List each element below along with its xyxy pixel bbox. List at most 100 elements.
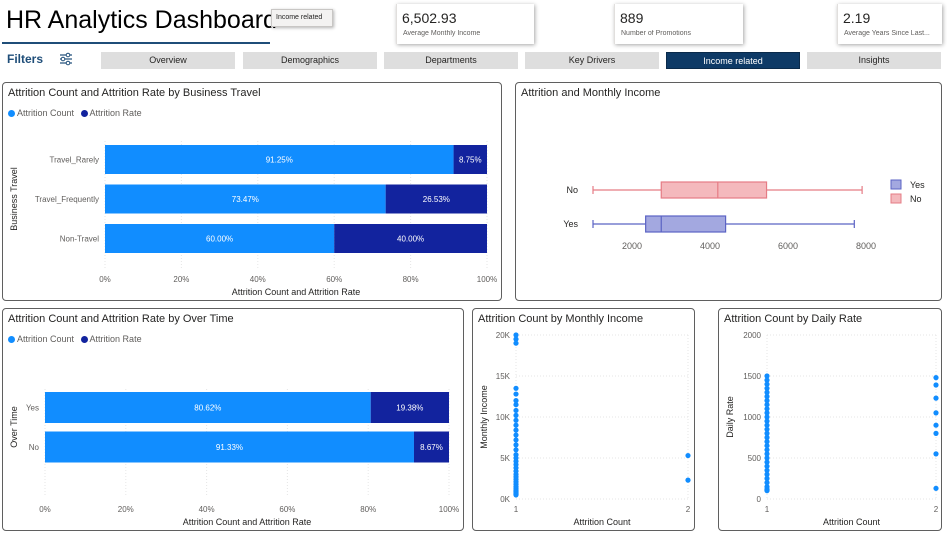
data-label: 73.47% xyxy=(232,195,259,204)
x-tick-label: 20% xyxy=(173,275,189,284)
scatter-point xyxy=(513,417,519,423)
title-underline xyxy=(2,42,270,44)
tab-overview[interactable]: Overview xyxy=(101,52,235,69)
x-tick-label: 1 xyxy=(765,505,770,514)
kpi-card-years-since-promotion: 2.19 Average Years Since Last... xyxy=(837,4,942,44)
kpi-label: Number of Promotions xyxy=(621,30,692,37)
kpi-card-promotions: 889 Number of Promotions xyxy=(614,4,743,44)
x-tick-label: 0% xyxy=(99,275,111,284)
dashboard-title: HR Analytics Dashboard xyxy=(6,6,277,34)
kpi-value: 6,502.93 xyxy=(402,10,457,26)
tab-demographics[interactable]: Demographics xyxy=(243,52,377,69)
monthly-income-boxplot: 2000 4000 6000 8000 No Yes Yes No xyxy=(563,179,925,251)
y-axis-title: Business Travel xyxy=(9,167,19,231)
x-tick-label: 2 xyxy=(934,505,939,514)
scatter-point xyxy=(513,447,519,453)
category-label: Travel_Frequently xyxy=(35,195,99,204)
scatter-point xyxy=(933,451,939,457)
legend-label: Yes xyxy=(910,180,925,190)
tab-key-drivers[interactable]: Key Drivers xyxy=(525,52,659,69)
scatter-point xyxy=(513,437,519,443)
category-label: Non-Travel xyxy=(60,235,99,244)
x-tick-label: 2 xyxy=(686,505,691,514)
x-tick-label: 40% xyxy=(199,505,215,514)
kpi-label: Average Years Since Last... xyxy=(844,30,930,37)
box-no xyxy=(660,181,768,199)
x-tick-label: 100% xyxy=(477,275,497,284)
panel-scatter-monthly-income: Attrition Count by Monthly Income 0K 5K 10… xyxy=(472,308,695,531)
x-axis-title: Attrition Count and Attrition Rate xyxy=(183,517,312,527)
x-tick-label: 40% xyxy=(250,275,266,284)
category-label: Travel_Rarely xyxy=(50,156,100,165)
tab-departments[interactable]: Departments xyxy=(384,52,518,69)
x-tick-label: 1 xyxy=(514,505,519,514)
scatter-point xyxy=(513,391,519,397)
scatter-point xyxy=(513,385,519,391)
y-tick-label: 1500 xyxy=(743,372,761,381)
box-yes xyxy=(645,215,727,233)
category-label: No xyxy=(566,185,578,195)
y-tick-label: 5K xyxy=(500,454,510,463)
y-tick-label: 1000 xyxy=(743,413,761,422)
data-label: 8.67% xyxy=(420,443,443,452)
legend-swatch-yes xyxy=(890,179,902,190)
scatter-point xyxy=(933,395,939,401)
tab-income-related[interactable]: Income related xyxy=(666,52,800,69)
y-axis-title: Monthly Income xyxy=(479,385,489,449)
scatter-point xyxy=(513,442,519,448)
x-tick-label: 80% xyxy=(403,275,419,284)
x-tick-label: 8000 xyxy=(856,241,876,251)
panel-over-time: Attrition Count and Attrition Rate by Ov… xyxy=(2,308,464,531)
x-tick-label: 20% xyxy=(118,505,134,514)
x-tick-label: 4000 xyxy=(700,241,720,251)
panel-business-travel: Attrition Count and Attrition Rate by Bu… xyxy=(2,82,502,301)
y-axis-title: Daily Rate xyxy=(725,396,735,438)
data-label: 80.62% xyxy=(194,404,221,413)
data-label: 60.00% xyxy=(206,235,233,244)
scatter-point xyxy=(513,492,519,498)
x-tick-label: 0% xyxy=(39,505,51,514)
scatter-point xyxy=(685,477,691,483)
scatter-point xyxy=(513,332,519,338)
y-tick-label: 500 xyxy=(748,454,762,463)
scatter-point xyxy=(513,407,519,414)
y-tick-label: 0K xyxy=(500,495,510,504)
x-axis-title: Attrition Count and Attrition Rate xyxy=(232,287,361,297)
x-tick-label: 2000 xyxy=(622,241,642,251)
category-label: No xyxy=(29,443,40,452)
page-tooltip-tag: Income related xyxy=(271,9,333,27)
filters-label[interactable]: Filters xyxy=(7,52,43,66)
scatter-point xyxy=(933,485,939,491)
scatter-point xyxy=(933,382,939,388)
data-label: 19.38% xyxy=(396,404,423,413)
data-label: 91.25% xyxy=(266,156,293,165)
y-tick-label: 15K xyxy=(496,372,511,381)
business-travel-chart: 0% 20% 40% 60% 80% 100% 91.25% 8.75% Travel_Rare… xyxy=(9,141,497,297)
x-axis-title: Attrition Count xyxy=(573,517,631,527)
scatter-daily-rate: 0 500 1000 1500 2000 1 2 Attrition Count Daily R… xyxy=(725,331,939,527)
scatter-point xyxy=(933,422,939,428)
kpi-card-avg-monthly-income: 6,502.93 Average Monthly Income xyxy=(396,4,534,44)
data-label: 26.53% xyxy=(423,195,450,204)
tab-insights[interactable]: Insights xyxy=(807,52,941,69)
scatter-point xyxy=(513,432,519,438)
kpi-value: 2.19 xyxy=(843,10,871,26)
y-tick-label: 20K xyxy=(496,331,511,340)
y-tick-label: 2000 xyxy=(743,331,761,340)
over-time-chart: 0% 20% 40% 60% 80% 100% 80.62% 19.38% Yes 91.33% 8… xyxy=(9,389,459,527)
scatter-point xyxy=(933,375,939,381)
filter-sliders-icon[interactable] xyxy=(59,52,73,66)
panel-scatter-daily-rate: Attrition Count by Daily Rate 0 500 1000 15… xyxy=(718,308,942,531)
kpi-value: 889 xyxy=(620,10,644,26)
x-tick-label: 100% xyxy=(439,505,459,514)
scatter-monthly-income: 0K 5K 10K 15K 20K 1 2 Attrition Count Monthly In… xyxy=(479,331,691,527)
data-label: 8.75% xyxy=(459,156,482,165)
scatter-point xyxy=(933,430,939,436)
legend-swatch-no xyxy=(890,193,902,204)
category-label: Yes xyxy=(26,404,39,413)
kpi-label: Average Monthly Income xyxy=(403,30,481,37)
scatter-point xyxy=(933,410,939,416)
y-tick-label: 10K xyxy=(496,413,511,422)
data-label: 40.00% xyxy=(397,235,424,244)
scatter-point xyxy=(513,412,519,418)
